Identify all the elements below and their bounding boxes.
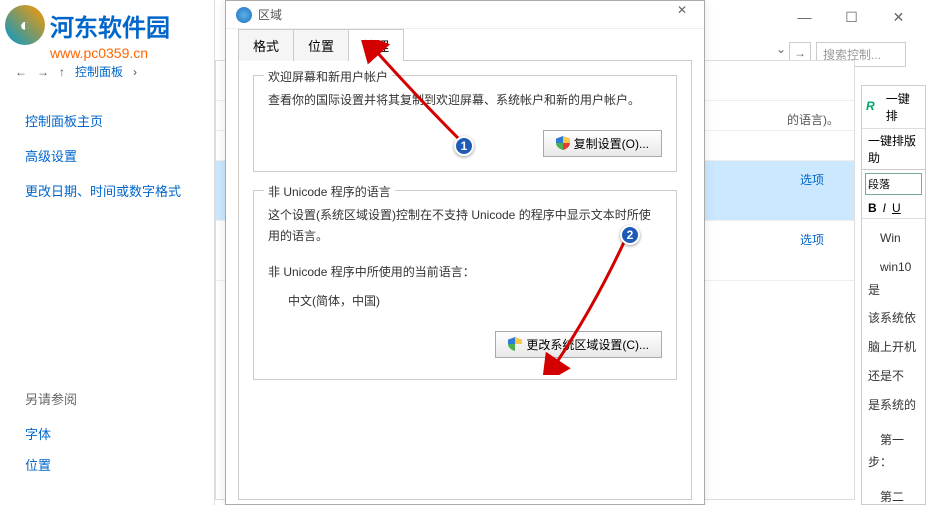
sidebar-item-location[interactable]: 位置 <box>25 449 77 480</box>
tab-administrative[interactable]: 管理 <box>348 29 404 61</box>
sidebar-section-title: 另请参阅 <box>25 389 77 408</box>
non-unicode-group: 非 Unicode 程序的语言 这个设置(系统区域设置)控制在不支持 Unico… <box>253 190 677 380</box>
body-line: 第一步： <box>868 429 919 475</box>
breadcrumb-control-panel[interactable]: 控制面板 <box>75 63 123 80</box>
minimize-button[interactable]: — <box>782 3 827 31</box>
control-panel-sidebar: ← → ↑ 控制面板 › 控制面板主页 高级设置 更改日期、时间或数字格式 另请… <box>0 0 215 505</box>
dialog-close-button[interactable]: ✕ <box>662 3 702 27</box>
current-locale: 中文(简体，中国) <box>268 291 662 313</box>
body-line: 该系统依 <box>868 307 919 330</box>
change-locale-label: 更改系统区域设置(C)... <box>526 336 649 353</box>
group-text-welcome: 查看你的国际设置并将其复制到欢迎屏幕、系统帐户和新的用户帐户。 <box>268 90 662 112</box>
shield-icon <box>508 337 522 351</box>
tab-format[interactable]: 格式 <box>238 29 294 61</box>
group-title-welcome: 欢迎屏幕和新用户帐户 <box>264 68 392 85</box>
annotation-badge-2: 2 <box>620 225 640 245</box>
sidebar-item-date-format[interactable]: 更改日期、时间或数字格式 <box>25 173 189 208</box>
underline-button[interactable]: U <box>892 201 901 215</box>
annotation-badge-1: 1 <box>454 136 474 156</box>
panel-title: 一键排版助 <box>862 129 925 170</box>
region-dialog: 区域 ✕ 格式 位置 管理 欢迎屏幕和新用户帐户 查看你的国际设置并将其复制到欢… <box>225 0 705 505</box>
dialog-title: 区域 <box>258 6 282 23</box>
copy-settings-label: 复制设置(O)... <box>574 135 649 152</box>
body-line: 第二步： <box>868 486 919 505</box>
list-desc-suffix: 的语言)。 <box>787 111 839 128</box>
nav-back-icon[interactable]: ← <box>15 65 27 79</box>
body-line: 是系统的 <box>868 394 919 417</box>
window-controls: — ☐ ✕ <box>782 3 921 31</box>
panel-logo-icon: R <box>866 99 882 115</box>
group-subtitle-unicode: 非 Unicode 程序中所使用的当前语言： <box>268 262 662 284</box>
group-text-unicode: 这个设置(系统区域设置)控制在不支持 Unicode 的程序中显示文本时所使用的… <box>268 205 662 248</box>
sidebar-item-fonts[interactable]: 字体 <box>25 418 77 449</box>
panel-brand: 一键排 <box>886 90 921 124</box>
sidebar-item-advanced[interactable]: 高级设置 <box>25 138 189 173</box>
body-line: 还是不 <box>868 365 919 388</box>
breadcrumb-dropdown-icon[interactable]: ⌄ <box>776 42 786 56</box>
nav-forward-icon[interactable]: → <box>37 65 49 79</box>
welcome-screen-group: 欢迎屏幕和新用户帐户 查看你的国际设置并将其复制到欢迎屏幕、系统帐户和新的用户帐… <box>253 75 677 172</box>
nav-up-icon[interactable]: ↑ <box>59 65 65 79</box>
close-button[interactable]: ✕ <box>876 3 921 31</box>
bold-button[interactable]: B <box>868 201 877 215</box>
right-side-panel: R 一键排 一键排版助 段落 B I U Win win10是 该系统依 脑上开… <box>861 85 926 505</box>
body-line: win10是 <box>868 256 919 302</box>
globe-icon <box>236 7 252 23</box>
breadcrumb-separator-icon: › <box>133 65 137 79</box>
body-line: Win <box>868 227 919 250</box>
shield-icon <box>556 136 570 150</box>
paragraph-dropdown[interactable]: 段落 <box>865 173 922 195</box>
body-line: 脑上开机 <box>868 336 919 359</box>
group-title-unicode: 非 Unicode 程序的语言 <box>264 183 395 200</box>
copy-settings-button[interactable]: 复制设置(O)... <box>543 130 662 157</box>
panel-body: Win win10是 该系统依 脑上开机 还是不 是系统的 第一步： 第二步： <box>862 219 925 505</box>
sidebar-item-home[interactable]: 控制面板主页 <box>25 103 189 138</box>
tab-location[interactable]: 位置 <box>293 29 349 61</box>
italic-button[interactable]: I <box>883 201 886 215</box>
options-link[interactable]: 选项 <box>800 171 839 188</box>
change-locale-button[interactable]: 更改系统区域设置(C)... <box>495 331 662 358</box>
options-link[interactable]: 选项 <box>800 231 839 248</box>
maximize-button[interactable]: ☐ <box>829 3 874 31</box>
